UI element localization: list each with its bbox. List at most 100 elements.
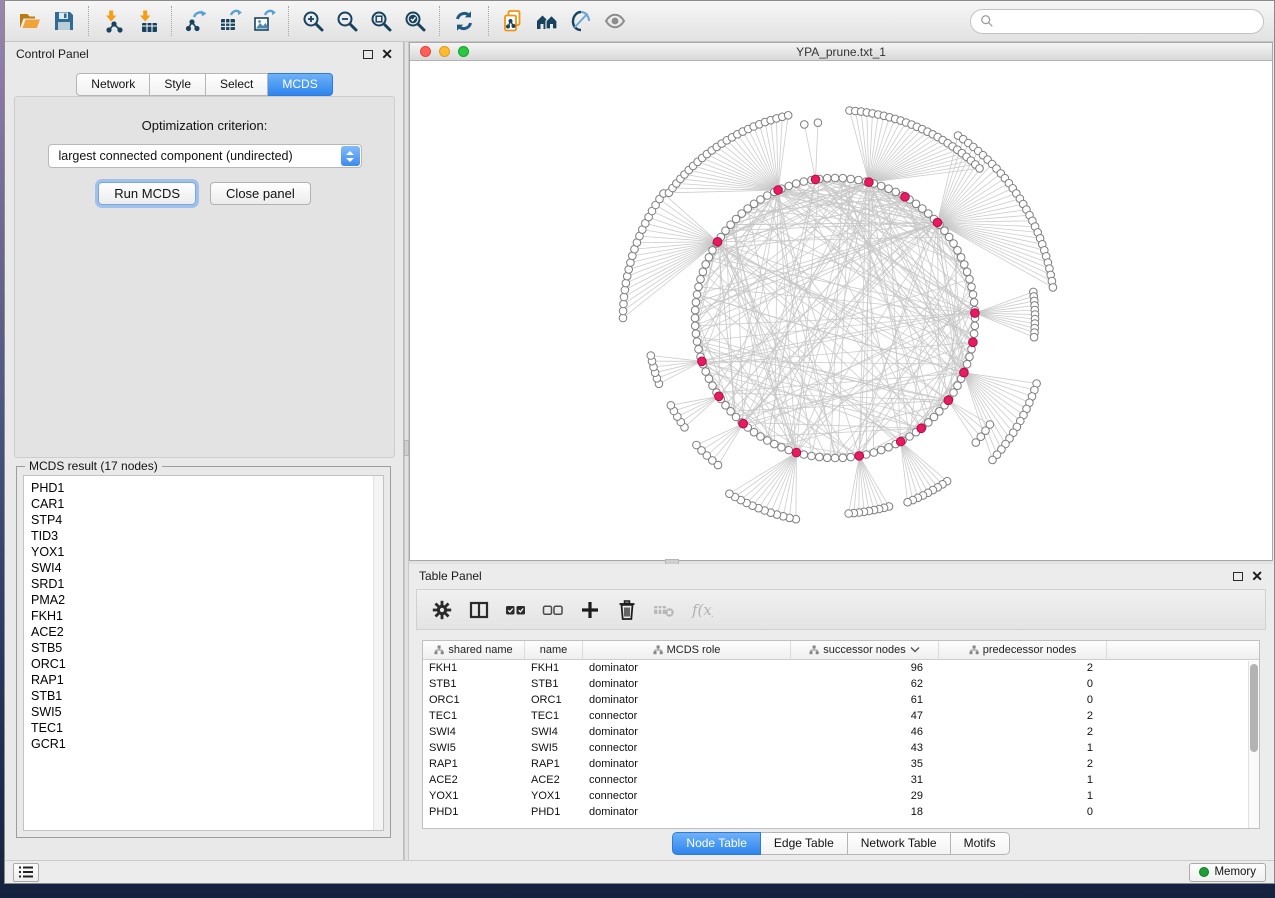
network-leaf-node[interactable] — [845, 510, 853, 518]
memory-button[interactable]: Memory — [1189, 863, 1266, 882]
mcds-result-item[interactable]: FKH1 — [31, 608, 383, 624]
mcds-result-item[interactable]: TEC1 — [31, 720, 383, 736]
run-mcds-button[interactable]: Run MCDS — [98, 182, 196, 205]
network-node[interactable] — [691, 314, 699, 322]
network-node[interactable] — [692, 330, 700, 338]
network-leaf-node[interactable] — [620, 300, 628, 308]
mcds-result-item[interactable]: PMA2 — [31, 592, 383, 608]
network-node[interactable] — [800, 451, 808, 459]
column-header-shared-name[interactable]: shared name — [423, 641, 525, 659]
export-network-button[interactable] — [179, 5, 213, 37]
mcds-hub-node[interactable] — [865, 178, 874, 187]
table-row[interactable]: TEC1TEC1connector472 — [423, 708, 1259, 724]
float-panel-icon[interactable] — [363, 50, 373, 59]
column-header-name[interactable]: name — [525, 641, 583, 659]
export-image-button[interactable] — [247, 5, 281, 37]
network-leaf-node[interactable] — [972, 439, 980, 447]
network-node[interactable] — [847, 175, 855, 183]
close-panel-icon[interactable]: ✕ — [381, 49, 393, 59]
network-node[interactable] — [691, 306, 699, 314]
clone-network-button[interactable] — [496, 5, 530, 37]
mcds-hub-node[interactable] — [739, 419, 748, 428]
network-canvas[interactable] — [410, 61, 1272, 560]
network-node[interactable] — [823, 454, 831, 462]
network-node[interactable] — [885, 444, 893, 452]
tab-network-table[interactable]: Network Table — [848, 832, 951, 855]
mcds-result-item[interactable]: STP4 — [31, 512, 383, 528]
save-session-button[interactable] — [47, 5, 81, 37]
network-node[interactable] — [831, 174, 839, 182]
network-node[interactable] — [709, 382, 717, 390]
network-node[interactable] — [971, 322, 979, 330]
network-node[interactable] — [961, 261, 969, 269]
network-leaf-node[interactable] — [976, 165, 984, 173]
tab-motifs[interactable]: Motifs — [951, 832, 1010, 855]
import-table-button[interactable] — [130, 5, 164, 37]
table-row[interactable]: ACE2ACE2connector311 — [423, 772, 1259, 788]
network-node[interactable] — [692, 299, 700, 307]
export-table-button[interactable] — [213, 5, 247, 37]
mcds-result-item[interactable]: PHD1 — [31, 480, 383, 496]
mcds-result-list[interactable]: PHD1CAR1STP4TID3YOX1SWI4SRD1PMA2FKH1ACE2… — [23, 475, 384, 831]
network-node[interactable] — [800, 178, 808, 186]
mcds-result-item[interactable]: ORC1 — [31, 656, 383, 672]
table-row[interactable]: STB1STB1dominator620 — [423, 676, 1259, 692]
network-leaf-node[interactable] — [693, 441, 701, 449]
mcds-hub-node[interactable] — [969, 338, 978, 347]
network-leaf-node[interactable] — [622, 279, 630, 287]
table-row[interactable]: SWI5SWI5connector431 — [423, 740, 1259, 756]
mcds-result-item[interactable]: YOX1 — [31, 544, 383, 560]
network-node[interactable] — [970, 299, 978, 307]
zoom-selected-button[interactable] — [398, 5, 432, 37]
network-node[interactable] — [705, 254, 713, 262]
network-node[interactable] — [702, 261, 710, 269]
mcds-hub-node[interactable] — [715, 392, 724, 401]
network-node[interactable] — [957, 254, 965, 262]
network-node[interactable] — [885, 185, 893, 193]
tab-network[interactable]: Network — [76, 73, 150, 96]
network-node[interactable] — [764, 437, 772, 445]
mcds-result-item[interactable]: STB5 — [31, 640, 383, 656]
network-node[interactable] — [823, 174, 831, 182]
network-node[interactable] — [954, 382, 962, 390]
network-node[interactable] — [839, 174, 847, 182]
network-node[interactable] — [709, 247, 717, 255]
zoom-out-button[interactable] — [330, 5, 364, 37]
mcds-result-item[interactable]: RAP1 — [31, 672, 383, 688]
network-leaf-node[interactable] — [619, 307, 627, 315]
mcds-hub-node[interactable] — [774, 186, 783, 195]
network-node[interactable] — [695, 283, 703, 291]
table-scrollbar[interactable] — [1248, 661, 1259, 828]
network-leaf-node[interactable] — [814, 119, 822, 127]
network-node[interactable] — [699, 268, 707, 276]
network-node[interactable] — [969, 291, 977, 299]
mcds-hub-node[interactable] — [896, 437, 905, 446]
network-node[interactable] — [847, 453, 855, 461]
mcds-hub-node[interactable] — [698, 357, 707, 366]
network-leaf-node[interactable] — [801, 121, 809, 129]
network-node[interactable] — [855, 176, 863, 184]
network-node[interactable] — [839, 454, 847, 462]
mcds-hub-node[interactable] — [901, 193, 910, 202]
search-input[interactable] — [1000, 14, 1254, 28]
tab-select[interactable]: Select — [206, 73, 268, 96]
network-leaf-node[interactable] — [621, 286, 629, 294]
table-row[interactable]: SWI4SWI4dominator462 — [423, 724, 1259, 740]
network-node[interactable] — [877, 446, 885, 454]
network-node[interactable] — [816, 453, 824, 461]
network-node[interactable] — [697, 275, 705, 283]
network-leaf-node[interactable] — [647, 352, 655, 360]
zoom-in-button[interactable] — [296, 5, 330, 37]
mcds-result-item[interactable]: SRD1 — [31, 576, 383, 592]
vizmapper-button[interactable] — [564, 5, 598, 37]
mcds-result-item[interactable]: SWI4 — [31, 560, 383, 576]
table-row[interactable]: YOX1YOX1connector291 — [423, 788, 1259, 804]
network-node[interactable] — [705, 375, 713, 383]
network-node[interactable] — [771, 440, 779, 448]
table-row[interactable]: ORC1ORC1dominator610 — [423, 692, 1259, 708]
network-node[interactable] — [906, 433, 914, 441]
network-node[interactable] — [966, 353, 974, 361]
network-leaf-node[interactable] — [784, 112, 792, 120]
mcds-hub-node[interactable] — [933, 218, 942, 227]
optimization-dropdown[interactable]: largest connected component (undirected) — [48, 144, 362, 168]
